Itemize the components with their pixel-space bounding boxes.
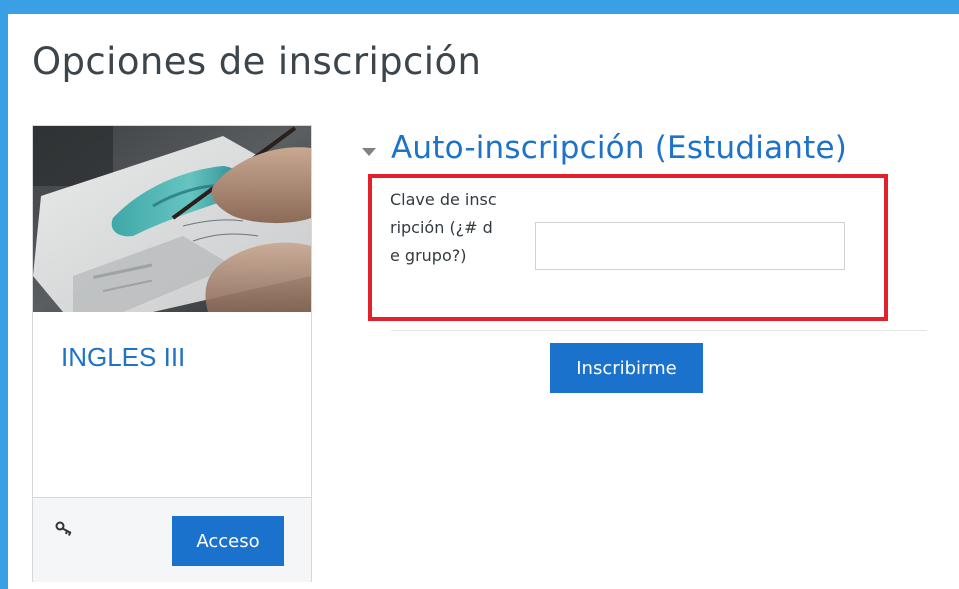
enrol-button[interactable]: Inscribirme bbox=[550, 343, 703, 393]
page: Opciones de inscripción INGLES III Acces… bbox=[8, 14, 959, 589]
enrolment-key-input[interactable] bbox=[535, 222, 845, 270]
course-card: INGLES III Acceso bbox=[32, 125, 312, 582]
section-title[interactable]: Auto-inscripción (Estudiante) bbox=[391, 130, 847, 166]
key-icon bbox=[55, 520, 75, 536]
page-title: Opciones de inscripción bbox=[32, 40, 482, 83]
card-footer: Acceso bbox=[33, 497, 311, 582]
access-button[interactable]: Acceso bbox=[172, 516, 284, 566]
divider bbox=[391, 330, 927, 331]
course-image[interactable] bbox=[33, 126, 311, 312]
enrolment-key-label: Clave de inscripción (¿# de grupo?) bbox=[390, 190, 497, 265]
course-name-link[interactable]: INGLES III bbox=[61, 342, 185, 373]
chevron-down-icon[interactable] bbox=[362, 148, 376, 156]
